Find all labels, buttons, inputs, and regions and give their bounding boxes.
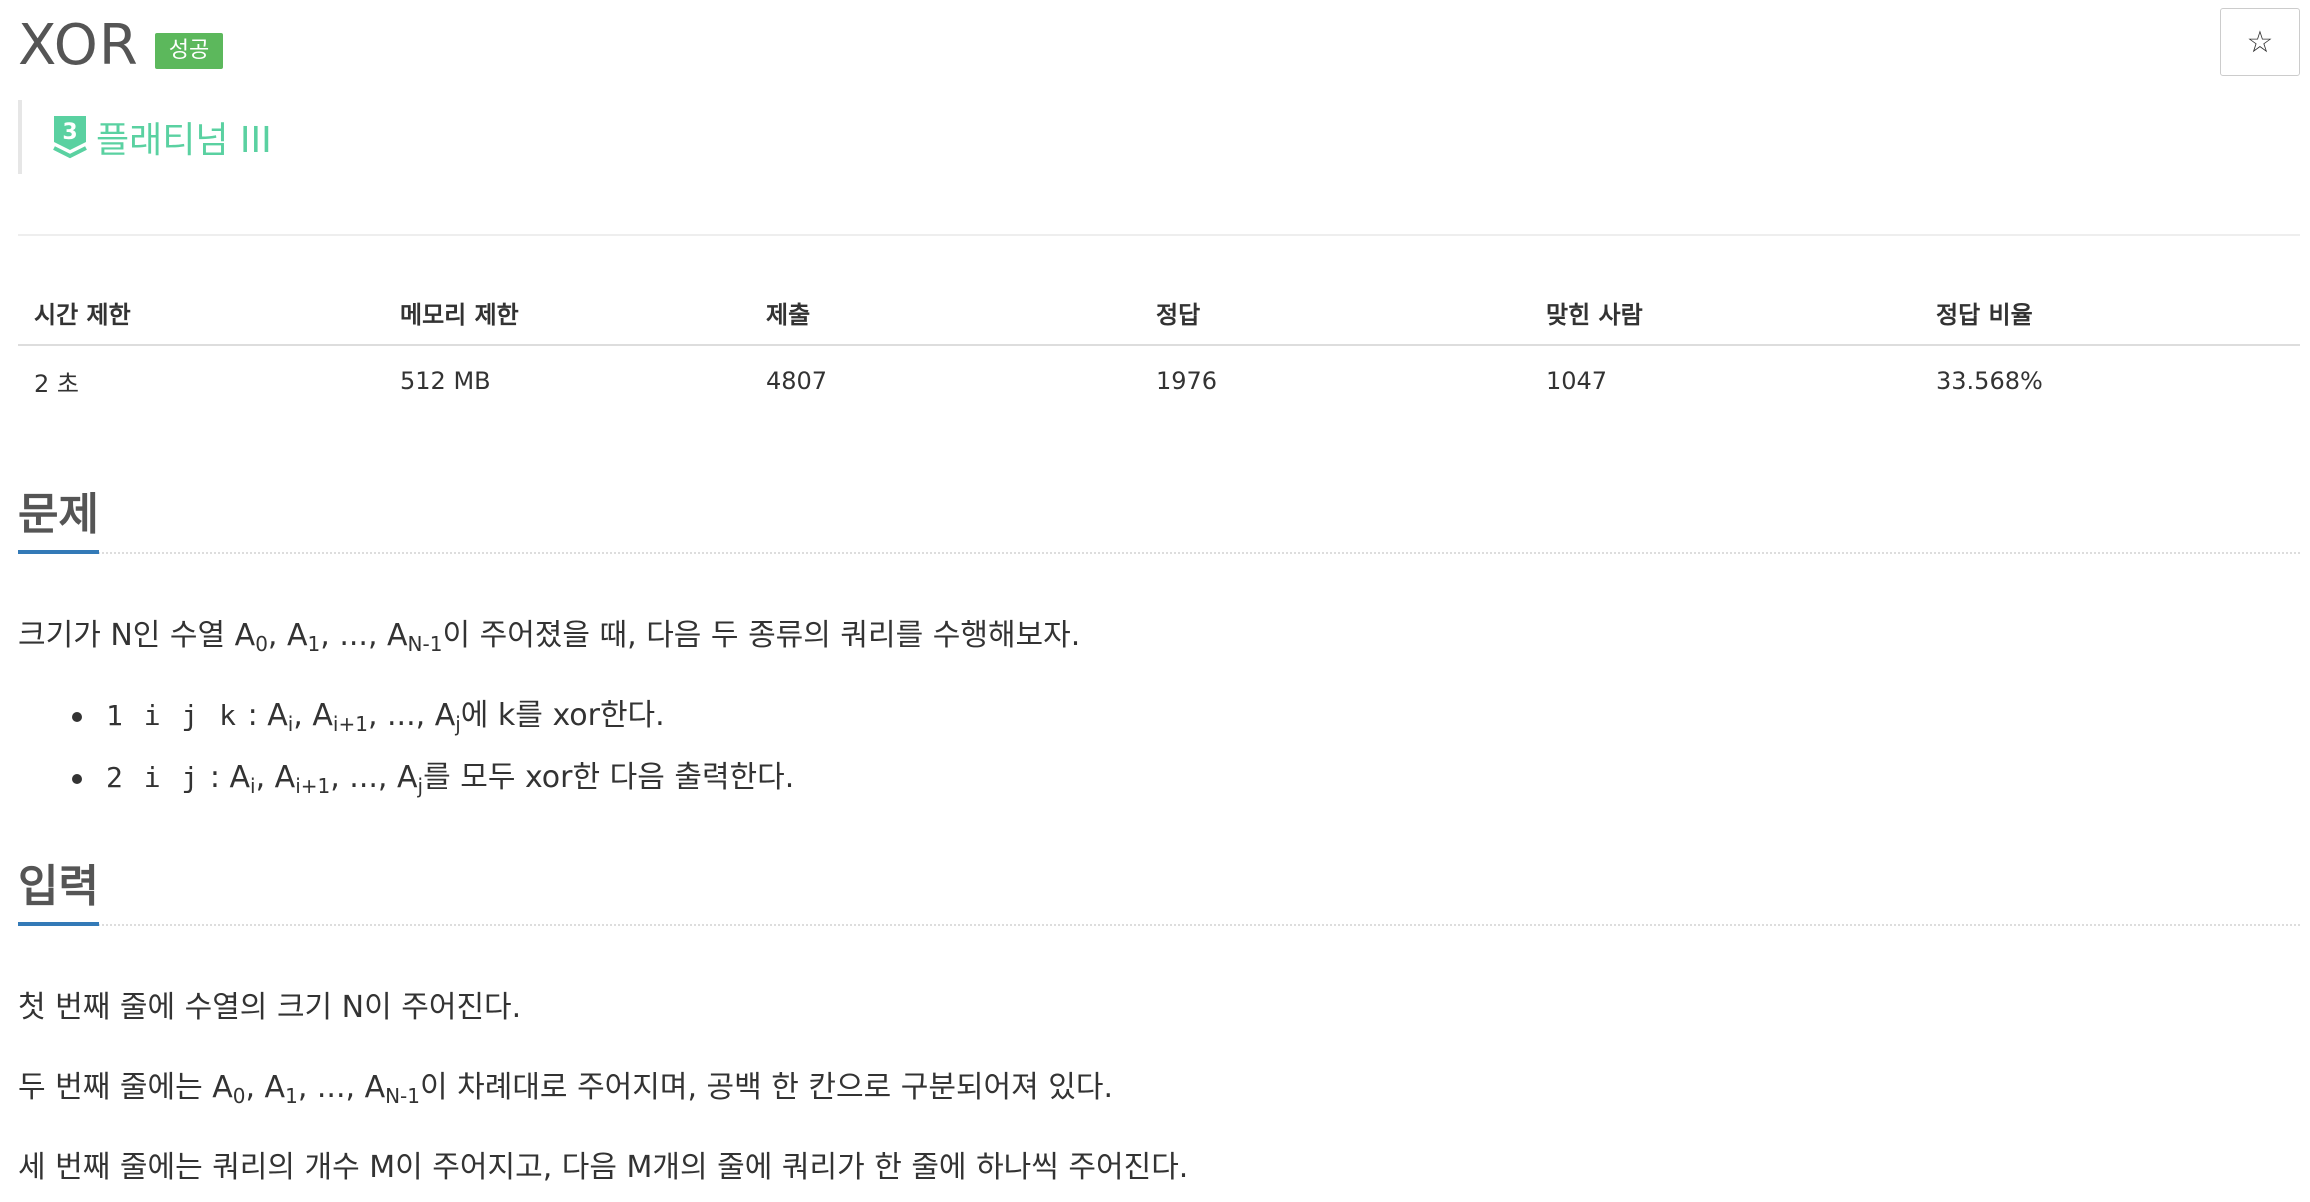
query-text: , ..., A <box>367 698 456 733</box>
query-text: , A <box>255 760 296 795</box>
intro-text-4: 이 주어졌을 때, 다음 두 종류의 쿼리를 수행해보자. <box>442 618 1081 653</box>
tier-block: 3 플래티넘 III <box>18 100 272 174</box>
input-text-3: , ..., A <box>297 1070 386 1105</box>
input-section-header: 입력 <box>18 861 2300 926</box>
query-text: 를 모두 xor한 다음 출력한다. <box>423 760 795 795</box>
query-sub: i+1 <box>332 712 368 736</box>
problem-section-header: 문제 <box>18 489 2300 554</box>
stats-value-time-limit: 2 초 <box>34 369 79 398</box>
problem-intro: 크기가 N인 수열 A0, A1, ..., AN-1이 주어졌을 때, 다음 … <box>18 616 1080 656</box>
query-text: 에 k를 xor한다. <box>460 698 665 733</box>
input-section-title: 입력 <box>18 850 99 926</box>
stats-table: 시간 제한 메모리 제한 제출 정답 맞힌 사람 정답 비율 2 초 512 M… <box>18 280 2300 416</box>
intro-sub-1: 1 <box>307 632 321 656</box>
stats-value-row: 2 초 512 MB 4807 1976 1047 33.568% <box>18 346 2300 416</box>
intro-text-2: , A <box>267 618 308 653</box>
intro-text-1: 크기가 N인 수열 A <box>18 618 256 653</box>
intro-sub-0: 0 <box>255 632 268 656</box>
query-text: : A <box>209 760 251 795</box>
problem-page: XOR 성공 ☆ 3 플래티넘 III 시간 제한 메모리 제한 제출 정답 맞… <box>0 0 2310 1202</box>
stats-header-solvers: 맞힌 사람 <box>1546 300 1643 329</box>
stats-value-memory-limit: 512 MB <box>400 367 491 395</box>
input-sub-n: N-1 <box>385 1084 420 1108</box>
tier-icon: 3 <box>53 116 87 159</box>
problem-section-title: 문제 <box>18 478 99 554</box>
input-line-1: 첫 번째 줄에 수열의 크기 N이 주어진다. <box>18 990 522 1025</box>
intro-sub-n: N-1 <box>407 632 443 656</box>
query-item: 2 i j : Ai, Ai+1, ..., Aj를 모두 xor한 다음 출력… <box>18 758 1218 798</box>
stats-header-accepted: 정답 <box>1156 300 1201 329</box>
input-sub-1: 1 <box>285 1084 298 1108</box>
input-text-2: , A <box>245 1070 286 1105</box>
query-code: 2 i j <box>106 761 201 794</box>
input-text-4: 이 차례대로 주어지며, 공백 한 칸으로 구분되어져 있다. <box>420 1070 1114 1105</box>
input-sub-0: 0 <box>232 1084 246 1108</box>
title-row: XOR 성공 <box>18 10 224 80</box>
stats-value-solvers: 1047 <box>1546 367 1608 395</box>
stats-header-time-limit: 시간 제한 <box>34 300 131 329</box>
bullet-dot <box>72 774 82 784</box>
query-item: 1 i j k : Ai, Ai+1, ..., Aj에 k를 xor한다. <box>18 696 1218 736</box>
query-code: 1 i j k <box>106 699 239 732</box>
stats-header-submissions: 제출 <box>766 300 811 329</box>
query-text: , A <box>293 698 333 733</box>
query-text: : A <box>247 698 288 733</box>
star-icon: ☆ <box>2246 24 2274 60</box>
input-line-2: 두 번째 줄에는 A0, A1, ..., AN-1이 차례대로 주어지며, 공… <box>18 1068 1113 1108</box>
stats-value-ratio: 33.568% <box>1936 367 2043 395</box>
stats-header-memory-limit: 메모리 제한 <box>400 300 519 329</box>
problem-title: XOR <box>18 12 139 78</box>
stats-value-accepted: 1976 <box>1156 367 1218 395</box>
status-badge: 성공 <box>154 33 224 69</box>
query-text: , ..., A <box>330 760 418 795</box>
tier-level-number: 3 <box>62 120 77 145</box>
header-divider <box>18 234 2300 236</box>
intro-text-3: , ..., A <box>320 618 408 653</box>
favorite-star-button[interactable]: ☆ <box>2220 8 2300 76</box>
stats-header-row: 시간 제한 메모리 제한 제출 정답 맞힌 사람 정답 비율 <box>18 280 2300 346</box>
query-sub: i+1 <box>295 774 331 798</box>
tier-label: 플래티넘 III <box>96 120 272 161</box>
stats-header-ratio: 정답 비율 <box>1936 300 2033 329</box>
bullet-dot <box>72 712 82 722</box>
stats-value-submissions: 4807 <box>766 367 828 395</box>
input-text-1: 두 번째 줄에는 A <box>18 1070 233 1105</box>
input-line-3: 세 번째 줄에는 쿼리의 개수 M이 주어지고, 다음 M개의 줄에 쿼리가 한… <box>18 1150 1189 1185</box>
